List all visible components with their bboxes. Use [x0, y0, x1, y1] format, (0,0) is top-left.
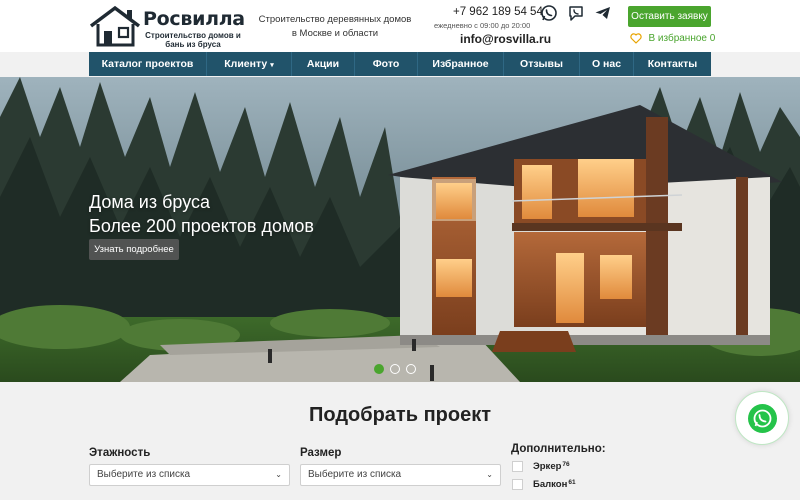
- nav-label: Контакты: [647, 58, 698, 70]
- nav-item-photo[interactable]: Фото: [355, 52, 418, 76]
- viber-icon[interactable]: [567, 4, 585, 22]
- tagline-line-1: Строительство деревянных домов: [258, 14, 412, 25]
- nav-label: Фото: [372, 58, 400, 70]
- filter-title: Подобрать проект: [308, 404, 492, 426]
- chevron-down-icon: ⌄: [275, 470, 282, 479]
- favorites-link[interactable]: В избранное 0: [630, 30, 715, 48]
- logo-name: Росвилла: [143, 8, 245, 30]
- chevron-down-icon: ▾: [270, 62, 274, 69]
- site-header: Росвилла Строительство домов и бань из б…: [0, 0, 800, 52]
- option-count: 76: [562, 461, 570, 468]
- floors-select[interactable]: Выберите из списка ⌄: [89, 464, 290, 486]
- extra-options-title: Дополнительно:: [511, 443, 606, 455]
- nav-item-reviews[interactable]: Отзывы: [504, 52, 580, 76]
- size-select-value: Выберите из списка: [308, 469, 402, 480]
- favorites-label: В избранное 0: [648, 33, 716, 45]
- nav-label: Клиенту: [224, 58, 268, 70]
- nav-item-catalog[interactable]: Каталог проектов: [89, 52, 207, 76]
- tagline-line-2: в Москве и области: [291, 28, 379, 39]
- request-button[interactable]: Оставить заявку: [628, 6, 711, 27]
- option-name: Балкон: [533, 479, 568, 490]
- header-tagline: Строительство деревянных домов в Москве …: [250, 13, 420, 41]
- telegram-icon[interactable]: [594, 4, 612, 22]
- hero-slider[interactable]: Дома из бруса Более 200 проектов домов У…: [0, 77, 800, 382]
- nav-label: О нас: [591, 58, 622, 70]
- nav-item-about[interactable]: О нас: [580, 52, 634, 76]
- phone-link[interactable]: +7 962 189 54 54: [453, 6, 543, 18]
- working-hours: ежедневно с 09:00 до 20:00: [434, 21, 531, 30]
- heart-icon: [630, 33, 642, 44]
- whatsapp-icon: [748, 404, 777, 433]
- slider-dot[interactable]: [406, 364, 416, 374]
- slider-dot[interactable]: [374, 364, 384, 374]
- checkbox[interactable]: [512, 479, 523, 490]
- slider-dot[interactable]: [390, 364, 400, 374]
- whatsapp-glyph-icon: [753, 409, 772, 428]
- option-count: 61: [568, 479, 576, 486]
- learn-more-button[interactable]: Узнать подробнее: [89, 239, 179, 260]
- nav-item-contacts[interactable]: Контакты: [634, 52, 711, 76]
- nav-label: Каталог проектов: [101, 58, 194, 70]
- email-link[interactable]: info@rosvilla.ru: [460, 32, 551, 46]
- house-logo-icon: [89, 5, 141, 47]
- slider-dots: [374, 364, 416, 374]
- nav-item-promos[interactable]: Акции: [292, 52, 355, 76]
- nav-label: Избранное: [432, 58, 489, 70]
- size-select[interactable]: Выберите из списка ⌄: [300, 464, 501, 486]
- nav-item-client[interactable]: Клиенту ▾: [207, 52, 292, 76]
- floors-label: Этажность: [89, 447, 151, 459]
- hero-title-line-1: Дома из бруса: [89, 192, 211, 212]
- logo-tagline: Строительство домов и бань из бруса: [145, 31, 241, 49]
- nav-label: Отзывы: [520, 58, 563, 70]
- size-label: Размер: [300, 447, 342, 459]
- hero-title: Дома из бруса Более 200 проектов домов: [89, 190, 314, 238]
- checkbox[interactable]: [512, 461, 523, 472]
- whatsapp-icon[interactable]: [540, 4, 558, 22]
- hero-title-line-2: Более 200 проектов домов: [89, 216, 314, 236]
- option-label: Балкон61: [533, 479, 576, 490]
- chevron-down-icon: ⌄: [486, 470, 493, 479]
- floors-select-value: Выберите из списка: [97, 469, 191, 480]
- main-nav: Каталог проектов Клиенту ▾ Акции Фото Изб…: [89, 52, 711, 76]
- option-label: Эркер76: [533, 461, 570, 472]
- nav-label: Акции: [306, 58, 340, 70]
- option-name: Эркер: [533, 461, 562, 472]
- whatsapp-float-button[interactable]: [735, 391, 789, 445]
- nav-item-favorites[interactable]: Избранное: [418, 52, 504, 76]
- logo[interactable]: Росвилла Строительство домов и бань из б…: [89, 4, 245, 49]
